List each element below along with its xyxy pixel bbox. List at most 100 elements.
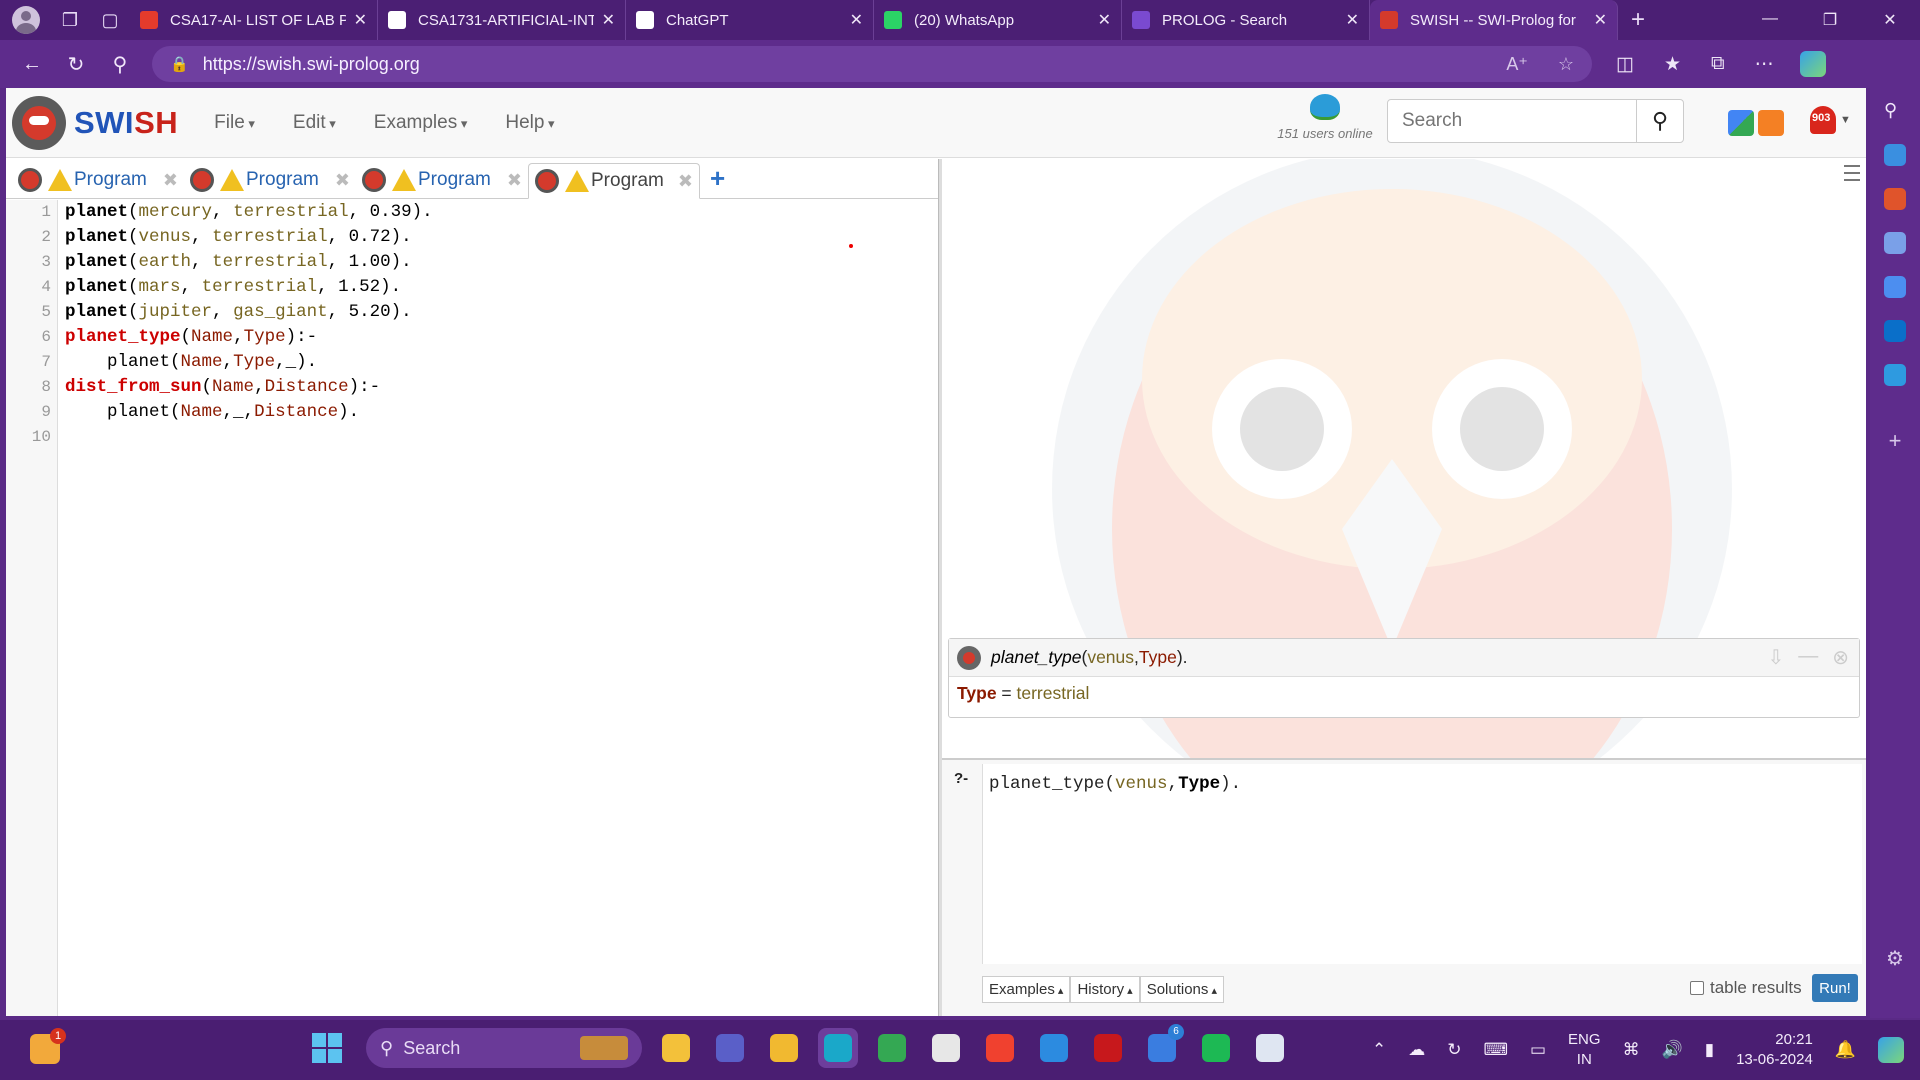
browser-tab[interactable]: ChatGPT ✕ — [626, 0, 874, 40]
search-input[interactable] — [1387, 99, 1637, 143]
file-explorer-icon[interactable] — [656, 1028, 696, 1068]
history-button[interactable]: History — [1070, 976, 1140, 1003]
store-icon[interactable] — [926, 1028, 966, 1068]
notification-bell-icon[interactable]: 🔔 — [1835, 1040, 1856, 1060]
new-tab-icon[interactable]: + — [1618, 0, 1658, 40]
battery-icon[interactable]: ▮ — [1705, 1040, 1714, 1060]
copilot-icon[interactable] — [1878, 1037, 1904, 1063]
workspaces-icon[interactable]: ❐ — [50, 0, 90, 40]
volume-icon[interactable]: 🔊 — [1662, 1040, 1683, 1060]
add-sidebar-app-icon[interactable]: + — [1889, 428, 1902, 454]
swish-logo[interactable]: SWISH — [12, 95, 178, 150]
menu-edit[interactable]: Edit — [293, 112, 336, 134]
close-tab-icon[interactable]: ✖ — [678, 171, 693, 192]
telegram-icon[interactable] — [1884, 364, 1906, 386]
program-tab[interactable]: Program ✖ — [356, 162, 528, 198]
url-field[interactable]: 🔒 https://swish.swi-prolog.org A⁺ ☆ — [152, 46, 1592, 82]
help-icon[interactable] — [1034, 1028, 1074, 1068]
search-button[interactable]: ⚲ — [1636, 99, 1684, 143]
close-tab-icon[interactable]: ✕ — [1346, 10, 1359, 30]
code-token: planet( — [65, 402, 181, 422]
menu-examples[interactable]: Examples — [374, 112, 468, 134]
close-tab-icon[interactable]: ✕ — [850, 10, 863, 30]
back-icon[interactable]: ← — [10, 44, 54, 84]
close-tab-icon[interactable]: ✖ — [507, 170, 522, 191]
close-answer-icon[interactable]: ⊗ — [1832, 645, 1849, 670]
close-window-icon[interactable]: ✕ — [1860, 10, 1920, 30]
tools-icon[interactable] — [1884, 188, 1906, 210]
keyboard-icon[interactable]: ⌨ — [1483, 1040, 1508, 1060]
chevron-up-icon[interactable]: ⌃ — [1372, 1040, 1386, 1060]
close-tab-icon[interactable]: ✖ — [163, 170, 178, 191]
spotify-icon[interactable] — [1196, 1028, 1236, 1068]
close-tab-icon[interactable]: ✕ — [1098, 10, 1111, 30]
more-menu-icon[interactable]: ⋯ — [1755, 53, 1774, 76]
run-button[interactable]: Run! — [1812, 974, 1858, 1002]
copilot-icon[interactable] — [1799, 51, 1826, 77]
office-icon[interactable] — [980, 1028, 1020, 1068]
sync-icon[interactable]: ↻ — [1447, 1040, 1461, 1060]
close-tab-icon[interactable]: ✕ — [354, 10, 367, 30]
download-icon[interactable]: ⇩ — [1767, 645, 1784, 670]
close-tab-icon[interactable]: ✕ — [602, 10, 615, 30]
search-icon[interactable]: ⚲ — [98, 44, 142, 84]
users-online[interactable]: 151 users online — [1270, 94, 1380, 141]
browser-tab[interactable]: (20) WhatsApp ✕ — [874, 0, 1122, 40]
widgets-icon[interactable]: 1 — [30, 1028, 66, 1064]
chrome-icon[interactable] — [872, 1028, 912, 1068]
read-aloud-icon[interactable]: A⁺ — [1506, 54, 1528, 75]
browser-tab[interactable]: SWISH -- SWI-Prolog for ✕ — [1370, 0, 1618, 40]
add-tab-icon[interactable]: + — [710, 163, 725, 194]
solutions-button[interactable]: Solutions — [1139, 976, 1224, 1003]
browser-tab[interactable]: PROLOG - Search ✕ — [1122, 0, 1370, 40]
sidebar-settings-icon[interactable]: ⚙ — [1886, 946, 1904, 971]
profile-avatar[interactable] — [12, 6, 40, 34]
query-input[interactable]: planet_type(venus,Type). — [982, 764, 1862, 964]
games-icon[interactable] — [1884, 232, 1906, 254]
examples-button[interactable]: Examples — [982, 976, 1071, 1003]
folder-icon[interactable] — [764, 1028, 804, 1068]
shopping-icon[interactable] — [1884, 144, 1906, 166]
outlook-icon[interactable] — [1884, 320, 1906, 342]
refresh-icon[interactable]: ↻ — [54, 44, 98, 84]
program-tab[interactable]: Program ✖ — [12, 162, 184, 198]
browser-tab[interactable]: CSA1731-ARTIFICIAL-INTE ✕ — [378, 0, 626, 40]
network-off-icon[interactable]: ☁ — [1408, 1040, 1425, 1060]
language-indicator[interactable]: ENG IN — [1568, 1030, 1601, 1070]
table-results-toggle[interactable]: table results — [1690, 978, 1802, 998]
phone-link-icon[interactable]: 6 — [1142, 1024, 1184, 1068]
menu-icon[interactable] — [1844, 165, 1860, 186]
favorites-icon[interactable]: ★ — [1664, 53, 1681, 76]
stackoverflow-icon[interactable] — [1758, 110, 1784, 136]
taskbar-search[interactable]: ⚲ Search — [366, 1028, 642, 1068]
search-icon[interactable]: ⚲ — [1884, 100, 1906, 122]
office-icon[interactable] — [1884, 276, 1906, 298]
clock[interactable]: 20:21 13-06-2024 — [1736, 1030, 1813, 1070]
wifi-icon[interactable]: ⌘ — [1623, 1040, 1640, 1060]
close-tab-icon[interactable]: ✖ — [335, 170, 350, 191]
minimize-answer-icon[interactable]: — — [1798, 645, 1818, 670]
minimize-icon[interactable]: — — [1740, 10, 1800, 30]
windows-start-icon[interactable] — [312, 1033, 342, 1063]
favorite-star-icon[interactable]: ☆ — [1558, 54, 1574, 75]
close-tab-icon[interactable]: ✕ — [1594, 10, 1607, 30]
split-screen-icon[interactable]: ◫ — [1616, 53, 1634, 76]
app-glyph — [1202, 1034, 1230, 1062]
edge-icon[interactable] — [818, 1028, 858, 1068]
code-editor[interactable]: 1 2 3 4 5 6 7 8 9 10 planet(mercury, terrestrial,… — [6, 200, 938, 1016]
collections-icon[interactable]: ⧉ — [1711, 53, 1725, 76]
table-results-checkbox[interactable] — [1690, 981, 1704, 995]
browser-tab[interactable]: CSA17-AI- LIST OF LAB PR ✕ — [130, 0, 378, 40]
program-tab[interactable]: Program ✖ — [184, 162, 356, 198]
tab-actions-icon[interactable]: ▢ — [90, 0, 130, 40]
program-tab[interactable]: Program ✖ — [528, 163, 700, 199]
menu-help[interactable]: Help — [505, 112, 554, 134]
google-groups-icon[interactable] — [1728, 110, 1754, 136]
notepad-icon[interactable] — [1250, 1028, 1290, 1068]
display-icon[interactable]: ▭ — [1530, 1040, 1546, 1060]
menu-file[interactable]: File — [214, 112, 255, 134]
restore-icon[interactable]: ❐ — [1800, 10, 1860, 30]
notifications[interactable]: 903 ▼ — [1810, 104, 1851, 140]
teams-icon[interactable] — [710, 1028, 750, 1068]
mcafee-icon[interactable] — [1088, 1028, 1128, 1068]
